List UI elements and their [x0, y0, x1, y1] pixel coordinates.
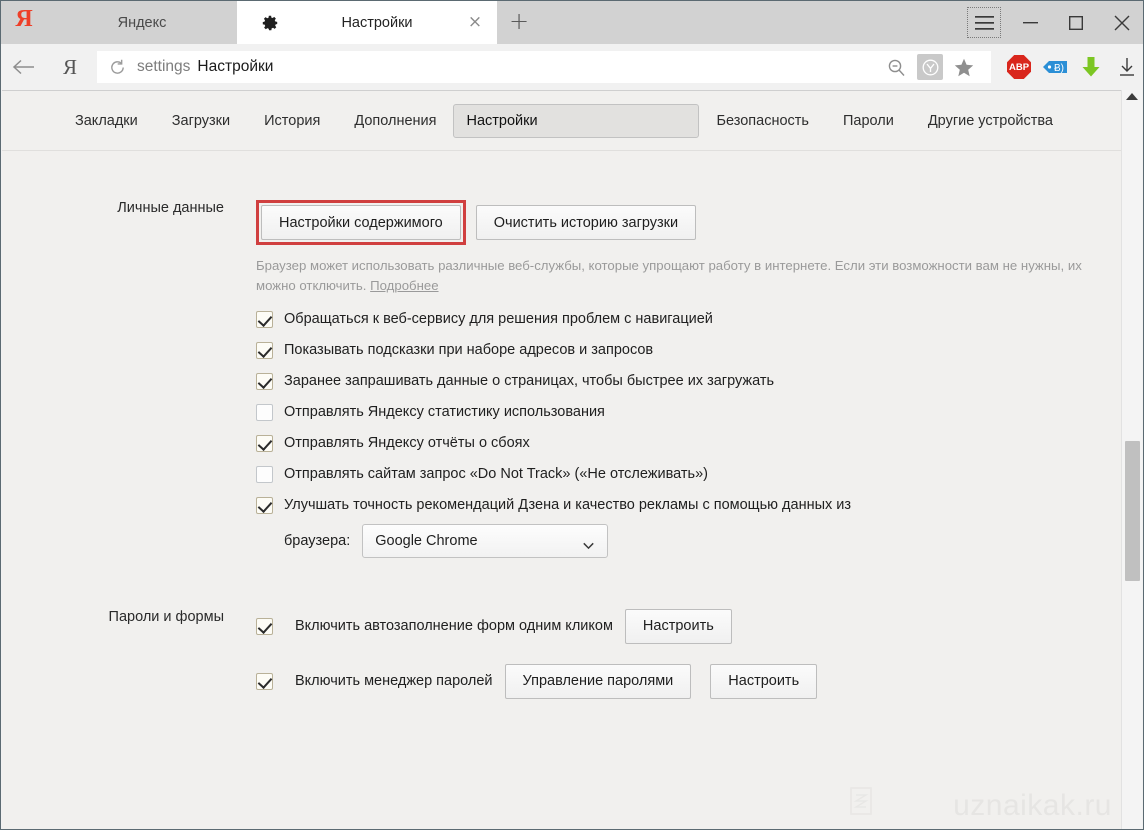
checkbox-suggestions[interactable]: [256, 341, 273, 359]
checkbox-row-navigation-webservice[interactable]: Обращаться к веб-сервису для решения про…: [256, 310, 1126, 328]
gear-icon: [261, 14, 279, 32]
checkbox-dzen-recommendations[interactable]: [256, 496, 273, 514]
more-link[interactable]: Подробнее: [370, 278, 438, 293]
settings-page: Закладки Загрузки История Дополнения Нас…: [2, 90, 1126, 829]
section-label-personal-data: Личные данные: [117, 200, 224, 216]
section-personal-data: Личные данные Настройки содержимого Очис…: [2, 200, 1126, 558]
scroll-up-arrow-icon[interactable]: [1126, 93, 1138, 100]
checkbox-row-prefetch[interactable]: Заранее запрашивать данные о страницах, …: [256, 372, 1126, 390]
new-tab-button[interactable]: +: [497, 1, 541, 44]
close-icon[interactable]: ×: [467, 13, 483, 31]
download-helper-extension-icon[interactable]: [1073, 44, 1109, 90]
subnav-item-settings[interactable]: Настройки: [453, 103, 700, 138]
url-title: Настройки: [197, 58, 274, 75]
close-icon[interactable]: [1099, 1, 1143, 44]
settings-subnav: Закладки Загрузки История Дополнения Нас…: [2, 91, 1126, 151]
browser-select-label: браузера:: [284, 532, 351, 549]
yandex-logo-icon: Я: [15, 6, 33, 32]
subnav-item-history[interactable]: История: [247, 107, 337, 135]
checkbox-password-manager[interactable]: [256, 672, 273, 690]
checkbox-row-dzen-recommendations[interactable]: Улучшать точность рекомендаций Дзена и к…: [256, 496, 1126, 514]
back-arrow-icon[interactable]: [1, 44, 47, 90]
menu-hamburger-icon[interactable]: [961, 1, 1007, 44]
personal-data-description: Браузер может использовать различные веб…: [256, 256, 1111, 297]
checkbox-label: Заранее запрашивать данные о страницах, …: [284, 373, 775, 390]
navigation-bar: Я settings Настройки ABP Ƀ): [1, 44, 1143, 90]
description-line-1: Браузер может использовать различные веб…: [256, 258, 999, 273]
autofill-configure-button[interactable]: Настроить: [624, 608, 732, 644]
tab-yandex[interactable]: Яндекс: [47, 1, 237, 44]
checkbox-navigation-webservice[interactable]: [256, 310, 273, 328]
password-manager-label: Включить менеджер паролей: [295, 673, 493, 690]
section-passwords-forms: Пароли и формы Включить автозаполнение ф…: [2, 608, 1126, 713]
savefrom-extension-icon[interactable]: Ƀ): [1037, 44, 1073, 90]
downloads-button-icon[interactable]: [1109, 44, 1143, 90]
password-manager-row: Включить менеджер паролей Управление пар…: [256, 663, 1126, 699]
abp-badge: ABP: [1007, 55, 1031, 79]
omnibox-icons: [879, 51, 991, 83]
adblock-plus-icon[interactable]: ABP: [1001, 44, 1037, 90]
chevron-down-icon: [583, 537, 594, 550]
svg-text:Ƀ): Ƀ): [1054, 63, 1064, 74]
section-label-passwords-forms: Пароли и формы: [108, 608, 224, 625]
subnav-item-other-devices[interactable]: Другие устройства: [911, 107, 1070, 135]
autofill-label: Включить автозаполнение форм одним клико…: [295, 618, 613, 635]
minimize-icon[interactable]: [1007, 1, 1053, 44]
extensions-area: ABP Ƀ): [991, 44, 1143, 90]
vertical-scrollbar[interactable]: [1121, 90, 1142, 829]
window-controls: [961, 1, 1143, 44]
checkbox-do-not-track[interactable]: [256, 465, 273, 483]
clear-download-history-button[interactable]: Очистить историю загрузки: [475, 205, 697, 240]
checkbox-row-crash-reports[interactable]: Отправлять Яндексу отчёты о сбоях: [256, 434, 1126, 452]
address-bar[interactable]: settings Настройки: [97, 51, 991, 83]
subnav-item-downloads[interactable]: Загрузки: [155, 107, 247, 135]
checkbox-prefetch[interactable]: [256, 372, 273, 390]
subnav-item-security[interactable]: Безопасность: [699, 107, 826, 135]
checkbox-row-usage-stats[interactable]: Отправлять Яндексу статистику использова…: [256, 403, 1126, 421]
bookmark-star-icon[interactable]: [947, 51, 981, 83]
tab-strip: Я Яндекс Настройки × +: [1, 1, 1143, 44]
yandex-shield-icon[interactable]: [917, 54, 943, 80]
subnav-item-passwords[interactable]: Пароли: [826, 107, 911, 135]
tab-label: Настройки: [341, 14, 413, 31]
browser-select[interactable]: Google Chrome: [362, 523, 609, 558]
highlight-box: Настройки содержимого: [256, 200, 466, 245]
watermark: uznaikak.ru: [953, 789, 1112, 822]
reload-icon[interactable]: [109, 59, 126, 76]
checkbox-label: Отправлять сайтам запрос «Do Not Track» …: [284, 466, 708, 483]
password-manager-configure-button[interactable]: Настроить: [710, 663, 818, 699]
checkbox-label: Показывать подсказки при наборе адресов …: [284, 342, 654, 359]
scrollbar-thumb[interactable]: [1125, 441, 1140, 581]
checkbox-row-do-not-track[interactable]: Отправлять сайтам запрос «Do Not Track» …: [256, 465, 1126, 483]
checkbox-label: Отправлять Яндексу статистику использова…: [284, 404, 605, 421]
browser-window: Я Яндекс Настройки × + Я settings Настро…: [0, 0, 1144, 830]
checkbox-crash-reports[interactable]: [256, 434, 273, 452]
checkbox-usage-stats[interactable]: [256, 403, 273, 421]
search-zoom-out-icon[interactable]: [879, 51, 913, 83]
tab-label: Яндекс: [117, 14, 167, 31]
yandex-home-icon[interactable]: Я: [47, 44, 93, 90]
url-scheme: settings: [137, 58, 191, 75]
maximize-icon[interactable]: [1053, 1, 1099, 44]
subnav-item-addons[interactable]: Дополнения: [337, 107, 453, 135]
subnav-item-bookmarks[interactable]: Закладки: [58, 107, 155, 135]
browser-select-row: браузера: Google Chrome: [284, 523, 1126, 558]
content-settings-button[interactable]: Настройки содержимого: [261, 205, 461, 240]
manage-passwords-button[interactable]: Управление паролями: [504, 663, 692, 699]
checkbox-label: Улучшать точность рекомендаций Дзена и к…: [284, 497, 852, 514]
personal-data-checkbox-list: Обращаться к веб-сервису для решения про…: [256, 310, 1126, 558]
checkbox-label: Отправлять Яндексу отчёты о сбоях: [284, 435, 530, 452]
tab-settings[interactable]: Настройки ×: [237, 1, 497, 44]
watermark-icon: [850, 787, 876, 817]
checkbox-autofill[interactable]: [256, 617, 273, 635]
checkbox-label: Обращаться к веб-сервису для решения про…: [284, 311, 713, 328]
checkbox-row-suggestions[interactable]: Показывать подсказки при наборе адресов …: [256, 341, 1126, 359]
browser-select-value: Google Chrome: [375, 532, 478, 549]
autofill-row: Включить автозаполнение форм одним клико…: [256, 608, 1126, 644]
